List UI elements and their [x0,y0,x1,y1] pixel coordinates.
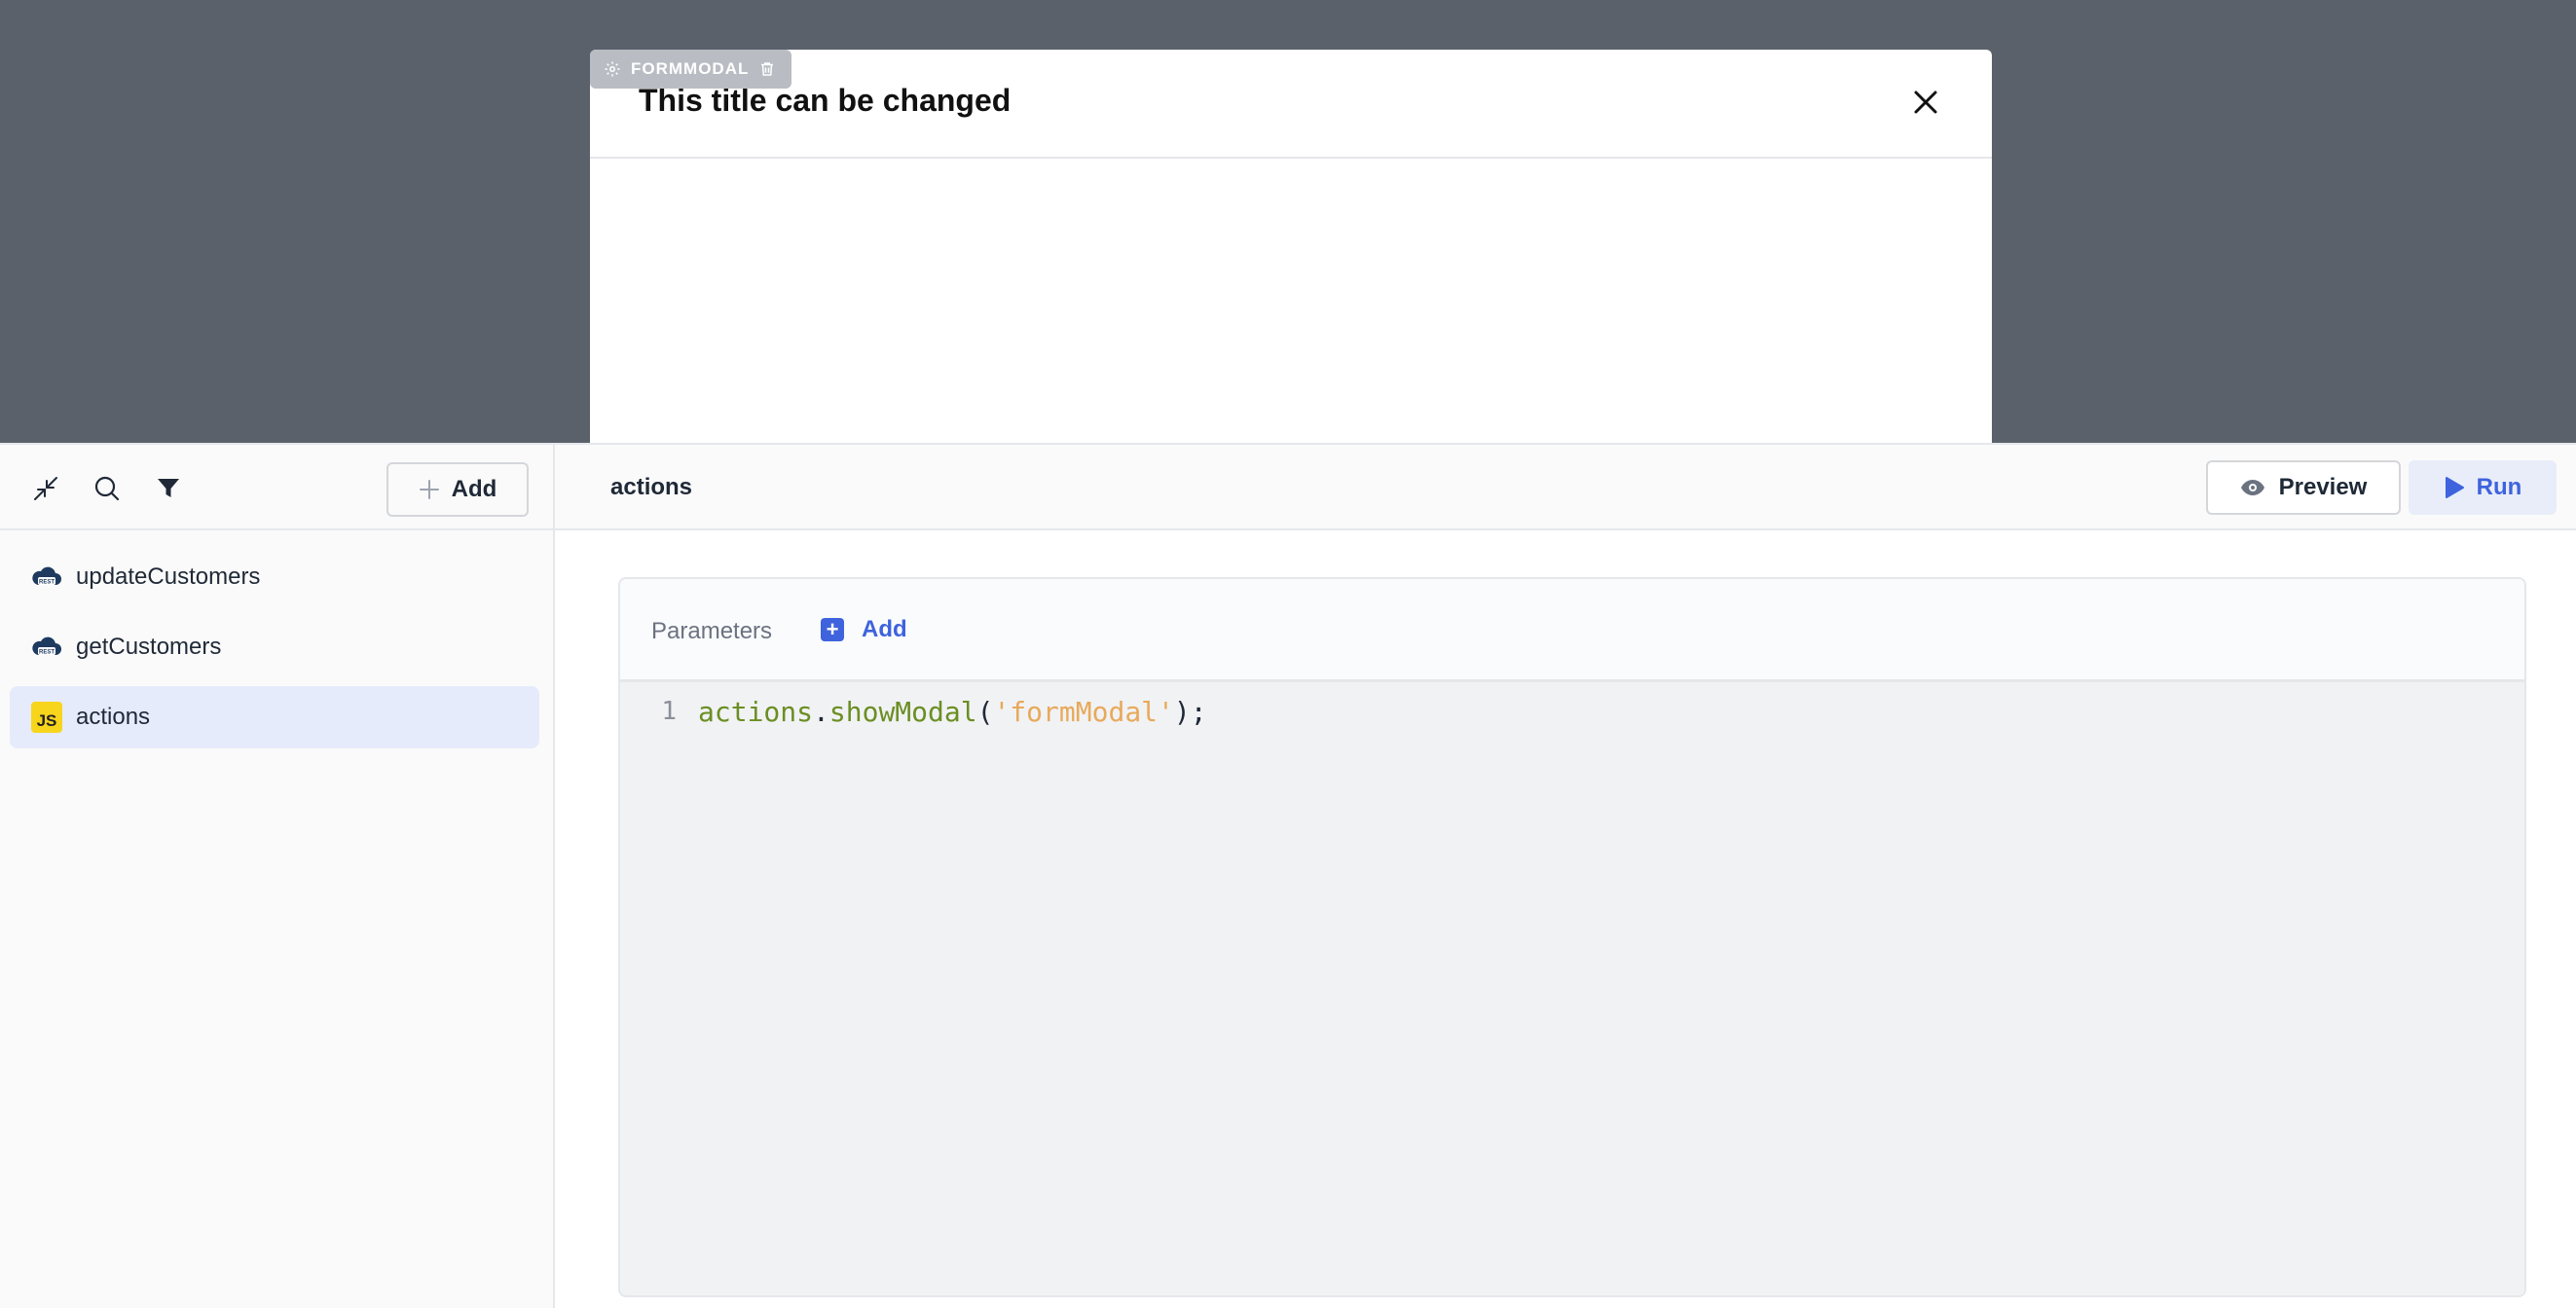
query-item-getcustomers[interactable]: REST getCustomers [10,616,539,678]
query-sidebar: Add REST updateCustomers REST getCustome… [0,445,555,1308]
parameters-bar: Parameters + Add [620,579,2524,682]
form-modal: This title can be changed [590,50,1992,443]
run-button[interactable]: Run [2409,460,2557,515]
code-token-object: actions [698,695,814,728]
filter-icon[interactable] [154,474,183,503]
code-token-close: ); [1173,695,1207,728]
add-parameter-label: Add [862,616,907,642]
run-label: Run [2476,474,2522,500]
plus-icon [419,480,439,499]
add-query-label: Add [451,476,497,502]
svg-text:REST: REST [39,580,55,586]
code-token-open-paren: ( [976,695,994,728]
svg-text:REST: REST [39,650,55,656]
modal-header: This title can be changed [590,50,1992,159]
query-item-actions[interactable]: JS actions [10,686,539,748]
line-number: 1 [661,697,677,726]
query-toolbar: actions Preview Run [555,445,2576,530]
query-item-label: actions [76,704,151,730]
gear-icon[interactable] [604,60,621,78]
preview-label: Preview [2278,474,2368,500]
query-main: actions Preview Run Parameters + Add 1 a… [555,445,2576,1308]
widget-tag-label: FORMMODAL [631,59,750,78]
app-canvas: FORMMODAL This title can be changed [0,0,2576,443]
code-text: actions.showModal('formModal'); [698,696,1207,728]
eye-icon [2240,480,2264,495]
collapse-icon[interactable] [31,474,60,503]
parameters-label: Parameters [651,618,773,644]
query-item-label: updateCustomers [76,563,261,590]
code-token-string: 'formModal' [993,695,1174,728]
preview-button[interactable]: Preview [2206,460,2401,515]
js-icon: JS [31,702,62,733]
rest-api-icon: REST [32,636,61,656]
query-item-updatecustomers[interactable]: REST updateCustomers [10,546,539,608]
query-item-label: getCustomers [76,634,222,660]
query-panel: Parameters + Add 1 actions.showModal('fo… [618,577,2526,1297]
plus-icon: + [821,618,844,641]
close-icon[interactable] [1910,87,1941,118]
add-parameter-button[interactable]: + Add [821,616,907,643]
query-name[interactable]: actions [610,474,692,501]
trash-icon[interactable] [758,60,776,78]
search-icon[interactable] [92,474,122,503]
widget-tag-formmodal[interactable]: FORMMODAL [590,50,791,89]
rest-api-icon: REST [32,566,61,586]
query-list: REST updateCustomers REST getCustomers J… [10,546,539,756]
code-token-dot: . [813,695,829,728]
sidebar-toolbar: Add [0,445,555,530]
query-editor: Add REST updateCustomers REST getCustome… [0,443,2576,1308]
code-token-method: showModal [828,695,977,728]
add-query-button[interactable]: Add [386,462,529,517]
code-editor[interactable]: 1 actions.showModal('formModal'); [620,682,2524,1295]
play-icon [2445,477,2464,498]
code-line: 1 actions.showModal('formModal'); [620,692,1207,731]
